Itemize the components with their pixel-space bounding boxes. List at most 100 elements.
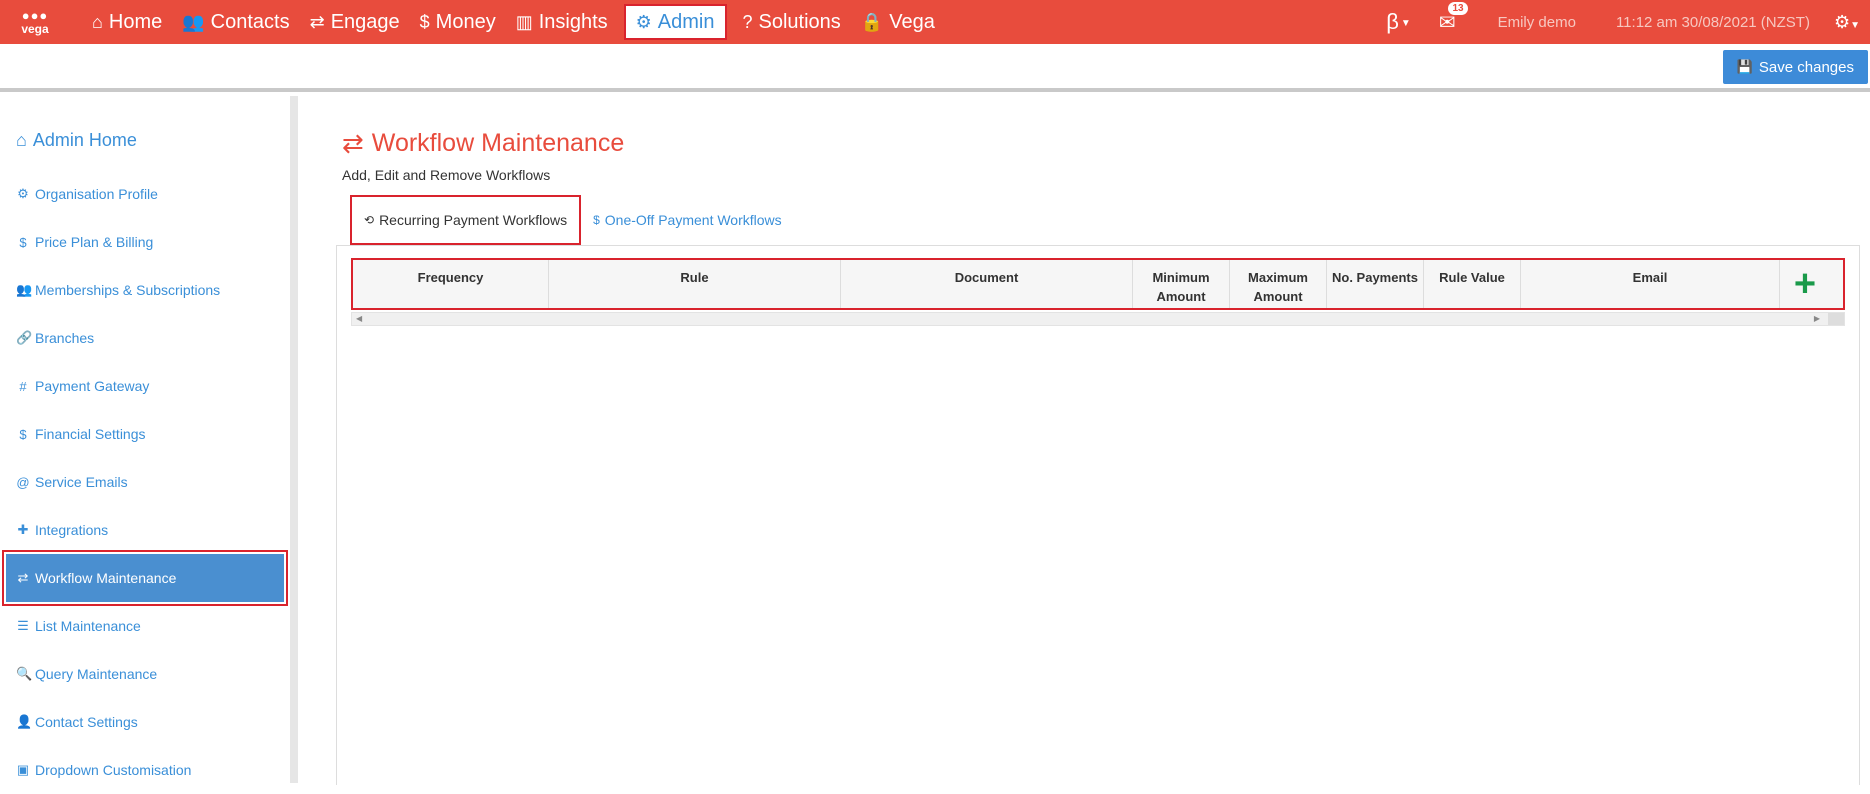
nav-label: Home <box>108 10 163 33</box>
nav-label: Insights <box>538 10 608 33</box>
column-header-rule[interactable]: Rule <box>549 260 841 308</box>
sidebar-item-query-maintenance[interactable]: 🔍 Query Maintenance <box>0 650 290 698</box>
user-name[interactable]: Emily demo <box>1498 14 1576 31</box>
main-nav: ⌂ Home 👥 Contacts ⇄ Engage $ Money ▥ Insights… <box>82 0 945 44</box>
help-icon: ? <box>742 11 753 32</box>
caret-down-icon: ▼ <box>1850 19 1860 31</box>
search-icon: 🔍 <box>16 666 33 681</box>
column-header-maximum-amount[interactable]: Maximum Amount <box>1230 260 1327 308</box>
tab-label: Recurring Payment Workflows <box>379 212 568 228</box>
column-header-document[interactable]: Document <box>841 260 1133 308</box>
nav-vega[interactable]: 🔒 Vega <box>851 0 945 44</box>
workflow-grid-header: Frequency Rule Document Minimum Amount M… <box>351 258 1845 310</box>
page-title: ⇄ Workflow Maintenance <box>342 128 624 159</box>
page-subtitle: Add, Edit and Remove Workflows <box>342 167 551 183</box>
scroll-left-icon[interactable]: ◀ <box>356 314 362 323</box>
admin-home-label: Admin Home <box>32 130 137 150</box>
column-header-email[interactable]: Email <box>1521 260 1780 308</box>
sidebar-item-branches[interactable]: 🔗 Branches <box>0 314 290 362</box>
save-changes-button[interactable]: 💾 Save changes <box>1722 50 1868 84</box>
sidebar-menu: ⚙ Organisation Profile $ Price Plan & Bill… <box>0 170 290 794</box>
column-header-frequency[interactable]: Frequency <box>353 260 549 308</box>
settings-menu[interactable]: ⚙▼ <box>1834 12 1860 33</box>
dollar-icon: $ <box>19 426 27 442</box>
nav-label: Solutions <box>758 10 841 33</box>
nav-label: Money <box>435 10 496 33</box>
messages-button[interactable]: ✉ 13 <box>1438 1 1468 35</box>
add-workflow-plus-icon[interactable]: + <box>1794 265 1816 303</box>
envelope-icon: ✉ <box>1438 11 1456 34</box>
workflow-tabs: ⟲ Recurring Payment Workflows $ One-Off … <box>350 195 794 245</box>
beta-menu[interactable]: β ▼ <box>1386 9 1411 35</box>
sidebar-item-organisation-profile[interactable]: ⚙ Organisation Profile <box>0 170 290 218</box>
sidebar-item-list-maintenance[interactable]: ☰ List Maintenance <box>0 602 290 650</box>
sidebar-item-financial-settings[interactable]: $ Financial Settings <box>0 410 290 458</box>
column-header-rule-value[interactable]: Rule Value <box>1424 260 1521 308</box>
scroll-right-icon[interactable]: ▶ <box>1814 314 1820 323</box>
sidebar-item-service-emails[interactable]: @ Service Emails <box>0 458 290 506</box>
admin-sidebar: ⌂ Admin Home ⚙ Organisation Profile $ Pric… <box>0 96 298 783</box>
nav-contacts[interactable]: 👥 Contacts <box>172 0 299 44</box>
contacts-icon: 👥 <box>182 11 205 32</box>
dropdown-icon: ▣ <box>16 762 30 777</box>
sidebar-item-contact-settings[interactable]: 👤 Contact Settings <box>0 698 290 746</box>
nav-label: Engage <box>330 10 400 33</box>
datetime-display: 11:12 am 30/08/2021 (NZST) <box>1615 13 1810 31</box>
nav-solutions[interactable]: ? Solutions <box>733 0 851 44</box>
nav-admin[interactable]: ⚙ Admin <box>623 4 727 40</box>
at-icon: @ <box>16 474 30 490</box>
chart-icon: ▥ <box>515 11 533 32</box>
puzzle-icon: ✚ <box>17 522 29 537</box>
gear-icon: ⚙ <box>1833 11 1851 32</box>
top-navbar: ●●● vega ⌂ Home 👥 Contacts ⇄ Engage $ Money … <box>0 0 1870 44</box>
sidebar-item-price-plan[interactable]: $ Price Plan & Billing <box>0 218 290 266</box>
sidebar-item-workflow-maintenance[interactable]: ⇄ Workflow Maintenance <box>2 550 288 606</box>
workflow-panel: Frequency Rule Document Minimum Amount M… <box>336 245 1860 785</box>
nav-home[interactable]: ⌂ Home <box>82 0 172 44</box>
grid-horizontal-scrollbar[interactable]: ◀ ▶ <box>351 312 1845 326</box>
topbar-right: β ▼ ✉ 13 Emily demo 11:12 am 30/08/2021 (N… <box>1386 0 1870 44</box>
list-icon: ☰ <box>17 618 29 633</box>
sidebar-item-label: Query Maintenance <box>35 666 158 682</box>
nav-engage[interactable]: ⇄ Engage <box>300 0 410 44</box>
sidebar-item-label: Workflow Maintenance <box>35 570 177 586</box>
dollar-icon: $ <box>419 11 430 32</box>
sidebar-item-label: Memberships & Subscriptions <box>35 282 221 298</box>
user-icon: 👤 <box>16 714 33 729</box>
sidebar-item-integrations[interactable]: ✚ Integrations <box>0 506 290 554</box>
people-logo-icon: ●●● <box>21 8 49 23</box>
beta-icon: β <box>1386 9 1399 34</box>
mail-count-badge: 13 <box>1448 1 1468 15</box>
floppy-disk-icon: 💾 <box>1736 59 1753 74</box>
sidebar-item-label: Price Plan & Billing <box>35 234 154 250</box>
sidebar-item-dropdown-customisation[interactable]: ▣ Dropdown Customisation <box>0 746 290 794</box>
sidebar-item-label: Integrations <box>35 522 109 538</box>
page-title-text: Workflow Maintenance <box>371 129 625 157</box>
caret-down-icon: ▼ <box>1400 17 1411 29</box>
save-label: Save changes <box>1758 58 1854 76</box>
scrollbar-thumb[interactable] <box>1828 313 1844 325</box>
sidebar-item-label: Financial Settings <box>35 426 146 442</box>
logo-text: vega <box>21 22 49 36</box>
retweet-icon: ⟲ <box>364 213 375 227</box>
sidebar-item-payment-gateway[interactable]: # Payment Gateway <box>0 362 290 410</box>
nav-insights[interactable]: ▥ Insights <box>506 0 618 44</box>
nav-label: Vega <box>889 10 935 33</box>
tab-one-off-payment-workflows[interactable]: $ One-Off Payment Workflows <box>581 195 794 245</box>
tab-recurring-payment-workflows[interactable]: ⟲ Recurring Payment Workflows <box>350 195 582 245</box>
column-header-minimum-amount[interactable]: Minimum Amount <box>1133 260 1230 308</box>
hash-icon: # <box>19 378 27 394</box>
exchange-icon: ⇄ <box>342 128 364 158</box>
vega-logo[interactable]: ●●● vega <box>6 0 64 44</box>
column-header-no-payments[interactable]: No. Payments <box>1327 260 1424 308</box>
nav-money[interactable]: $ Money <box>410 0 506 44</box>
admin-home-link[interactable]: ⌂ Admin Home <box>16 130 137 151</box>
dollar-icon: $ <box>593 213 600 227</box>
nav-label: Admin <box>657 10 715 33</box>
gear-icon: ⚙ <box>17 186 29 201</box>
add-workflow-column: + <box>1780 260 1830 308</box>
sidebar-item-label: Dropdown Customisation <box>35 762 192 778</box>
sidebar-item-memberships[interactable]: 👥 Memberships & Subscriptions <box>0 266 290 314</box>
gears-icon: ⚙ <box>635 11 652 32</box>
home-icon: ⌂ <box>16 130 27 150</box>
